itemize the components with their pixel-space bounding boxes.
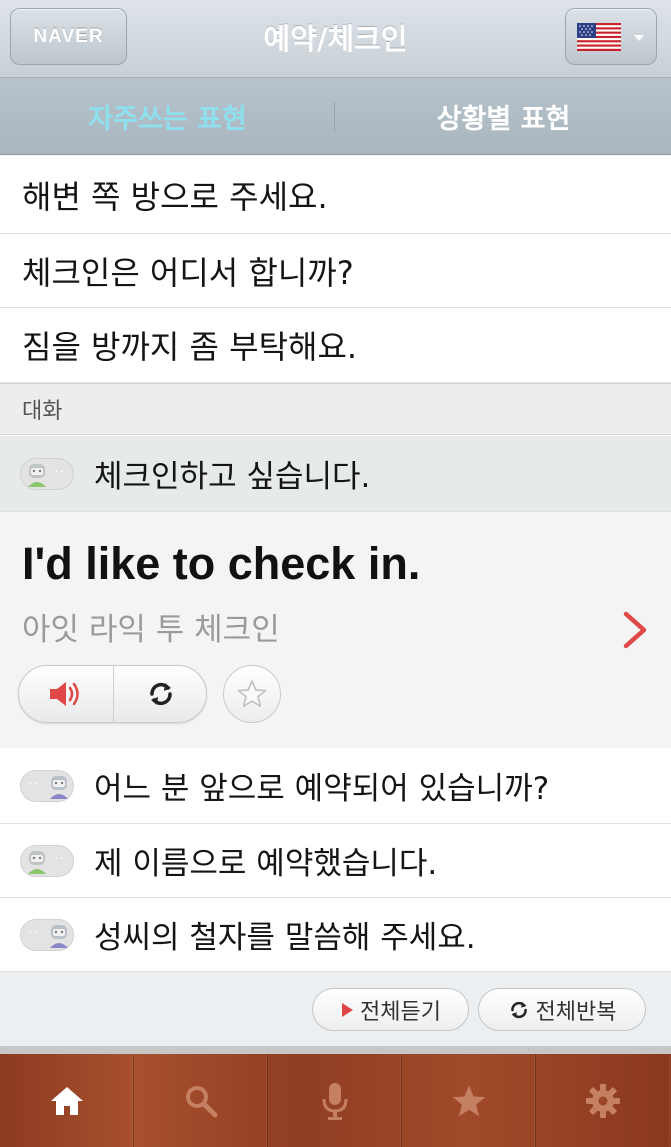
speaker-icon	[50, 682, 79, 706]
tab-divider	[334, 102, 335, 132]
phrase-text: 체크인은 어디서 합니까?	[22, 253, 354, 292]
play-icon	[342, 1002, 354, 1017]
repeat-icon	[149, 682, 172, 706]
dialogue-row[interactable]: ·· 어느 분 앞으로 예약되어 있습니까?	[0, 748, 671, 824]
dialogue-row-active[interactable]: ·· 체크인하고 싶습니다.	[0, 436, 671, 512]
phrase-text: 해변 쪽 방으로 주세요.	[22, 177, 328, 216]
chevron-right-icon[interactable]	[620, 610, 650, 650]
staff-avatar-icon: ··	[20, 769, 74, 802]
repeat-all-label: 전체반복	[535, 999, 617, 1025]
tab-frequent-phrases[interactable]: 자주쓰는 표현	[0, 78, 335, 155]
dialogue-text: 어느 분 앞으로 예약되어 있습니까?	[94, 771, 550, 807]
star-outline-icon	[237, 680, 267, 708]
home-icon	[50, 1086, 83, 1115]
naver-button[interactable]: NAVER	[10, 8, 127, 65]
dialogue-text: 성씨의 철자를 말씀해 주세요.	[94, 920, 476, 956]
play-all-button[interactable]: 전체듣기	[312, 988, 469, 1031]
dialogue-row[interactable]: ·· 제 이름으로 예약했습니다.	[0, 824, 671, 898]
bottom-tab-bar	[0, 1046, 671, 1147]
tab-search[interactable]	[134, 1054, 268, 1147]
play-all-label: 전체듣기	[360, 999, 441, 1025]
repeat-all-button[interactable]: 전체반복	[478, 988, 646, 1031]
favorite-button[interactable]	[223, 665, 281, 723]
guest-avatar-icon: ··	[20, 844, 74, 877]
search-icon	[185, 1085, 217, 1117]
tab-situational-phrases[interactable]: 상황별 표현	[336, 78, 671, 155]
phrase-row[interactable]: 체크인은 어디서 합니까?	[0, 234, 671, 308]
mic-icon	[322, 1082, 347, 1120]
playback-controls	[18, 665, 207, 723]
tab-settings[interactable]	[536, 1054, 670, 1147]
tab-voice[interactable]	[268, 1054, 402, 1147]
english-phrase: I'd like to check in.	[22, 538, 421, 589]
section-header-dialogue: 대화	[0, 383, 671, 435]
repeat-button[interactable]	[113, 666, 207, 722]
star-icon	[452, 1084, 485, 1116]
chevron-down-icon	[634, 35, 644, 41]
dialogue-row[interactable]: ·· 성씨의 철자를 말씀해 주세요.	[0, 898, 671, 972]
phrase-text: 짐을 방까지 좀 부탁해요.	[22, 328, 358, 366]
phrase-row[interactable]: 짐을 방까지 좀 부탁해요.	[0, 308, 671, 383]
tab-bar-top: 자주쓰는 표현 상황별 표현	[0, 78, 671, 155]
gear-icon	[586, 1083, 620, 1118]
tab-favorites[interactable]	[402, 1054, 536, 1147]
bulk-actions: 전체듣기 전체반복	[0, 972, 671, 1046]
top-bar: NAVER 예약/체크인	[0, 0, 671, 78]
dialogue-text: 제 이름으로 예약했습니다.	[94, 846, 438, 882]
pronunciation-text: 아잇 라익 투 체크인	[22, 612, 280, 648]
language-selector[interactable]	[565, 8, 657, 65]
phrase-detail-card: I'd like to check in. 아잇 라익 투 체크인	[0, 512, 671, 748]
us-flag-icon	[577, 23, 621, 51]
staff-avatar-icon: ··	[20, 918, 74, 951]
dialogue-text: 체크인하고 싶습니다.	[94, 459, 371, 495]
page-title: 예약/체크인	[263, 22, 408, 56]
repeat-icon	[510, 1001, 527, 1018]
phrase-row[interactable]: 해변 쪽 방으로 주세요.	[0, 156, 671, 234]
play-audio-button[interactable]	[19, 666, 113, 722]
guest-avatar-icon: ··	[20, 457, 74, 490]
tab-home[interactable]	[0, 1054, 134, 1147]
